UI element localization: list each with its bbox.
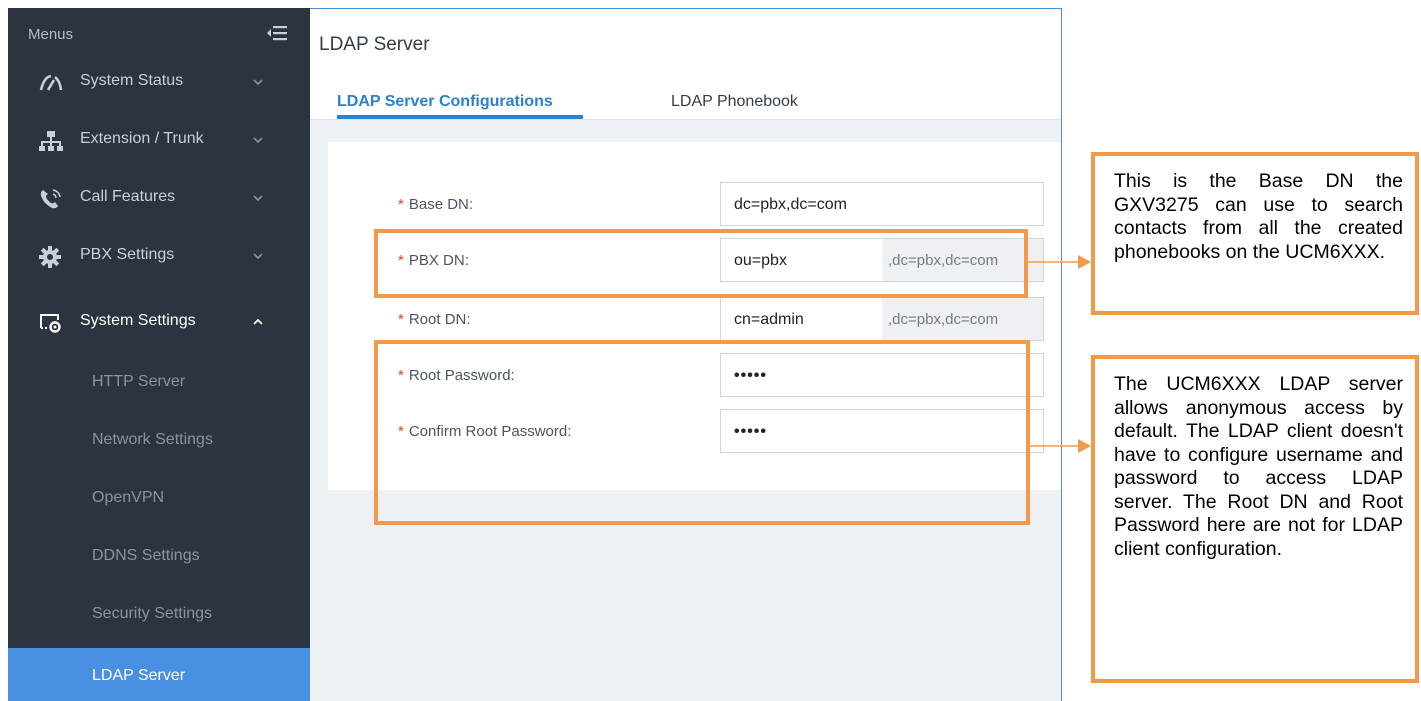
sidebar-item-call-features[interactable]: Call Features — [8, 170, 310, 228]
chevron-down-icon — [253, 195, 263, 202]
chevron-down-icon — [253, 79, 263, 86]
phone-call-icon — [40, 189, 61, 209]
form-row-base-dn: * Base DN: dc=pbx,dc=com — [328, 182, 1061, 226]
sidebar-subitem-label: DDNS Settings — [92, 547, 200, 564]
sidebar-subitem-openvpn[interactable]: OpenVPN — [8, 470, 310, 528]
sidebar-item-extension-trunk[interactable]: Extension / Trunk — [8, 112, 310, 170]
sidebar-item-system-status[interactable]: System Status — [8, 54, 310, 112]
active-tab-indicator — [337, 115, 583, 119]
sidebar-subitem-label: HTTP Server — [92, 373, 186, 390]
root-dn-label: * Root DN: — [398, 311, 471, 328]
network-icon — [39, 131, 63, 151]
system-settings-icon — [40, 314, 61, 333]
page-header: LDAP Server LDAP Server Configurations L… — [310, 9, 1061, 120]
sidebar-subitem-label: Security Settings — [92, 605, 213, 622]
sidebar-item-label: System Settings — [80, 312, 196, 329]
page-title: LDAP Server — [319, 34, 430, 55]
base-dn-input[interactable]: dc=pbx,dc=com — [720, 182, 1044, 226]
annotation-note-base-dn: This is the Base DN the GXV3275 can use … — [1091, 152, 1419, 315]
collapse-menu-icon[interactable] — [266, 24, 288, 42]
sidebar-title: Menus — [28, 26, 74, 43]
arrow-icon — [1030, 439, 1091, 453]
sidebar-item-label: System Status — [80, 72, 184, 89]
sidebar-item-system-settings[interactable]: System Settings — [8, 294, 310, 352]
sidebar-subitem-security-settings[interactable]: Security Settings — [8, 586, 310, 644]
sidebar-subitem-label: LDAP Server — [92, 667, 186, 684]
field-label-text: Root DN: — [408, 311, 471, 328]
root-dn-input[interactable]: cn=admin — [720, 297, 883, 341]
required-mark: * — [398, 311, 404, 328]
sidebar-subitem-network-settings[interactable]: Network Settings — [8, 412, 310, 470]
sidebar-item-label: PBX Settings — [80, 246, 175, 263]
required-mark: * — [398, 196, 404, 213]
chevron-up-icon — [253, 318, 263, 325]
chevron-down-icon — [253, 253, 263, 260]
gear-icon — [39, 246, 61, 268]
sidebar-subitem-ldap-server[interactable]: LDAP Server — [8, 648, 310, 701]
sidebar-subitem-label: Network Settings — [92, 431, 213, 448]
sidebar-item-pbx-settings[interactable]: PBX Settings — [8, 228, 310, 286]
tab-ldap-server-configurations[interactable]: LDAP Server Configurations — [337, 93, 553, 111]
sidebar-item-label: Extension / Trunk — [80, 130, 204, 147]
root-dn-suffix: ,dc=pbx,dc=com — [882, 297, 1044, 341]
gauge-icon — [39, 74, 63, 91]
sidebar-item-label: Call Features — [80, 188, 176, 205]
sidebar-subitem-http-server[interactable]: HTTP Server — [8, 354, 310, 412]
sidebar: Menus System Status Extension / Trunk Ca… — [8, 8, 310, 701]
tab-ldap-phonebook[interactable]: LDAP Phonebook — [671, 93, 798, 111]
chevron-down-icon — [253, 137, 263, 144]
highlight-root-password — [374, 340, 1030, 525]
sidebar-header: Menus — [8, 8, 310, 54]
highlight-pbx-dn — [374, 229, 1028, 298]
sidebar-subitem-label: OpenVPN — [92, 489, 165, 506]
sidebar-subitem-ddns-settings[interactable]: DDNS Settings — [8, 528, 310, 586]
field-label-text: Base DN: — [408, 196, 474, 213]
arrow-icon — [1026, 255, 1091, 269]
annotation-note-anonymous-access: The UCM6XXX LDAP server allows anonymous… — [1091, 355, 1419, 683]
form-row-root-dn: * Root DN: cn=admin ,dc=pbx,dc=com — [328, 297, 1061, 341]
base-dn-label: * Base DN: — [398, 196, 473, 213]
